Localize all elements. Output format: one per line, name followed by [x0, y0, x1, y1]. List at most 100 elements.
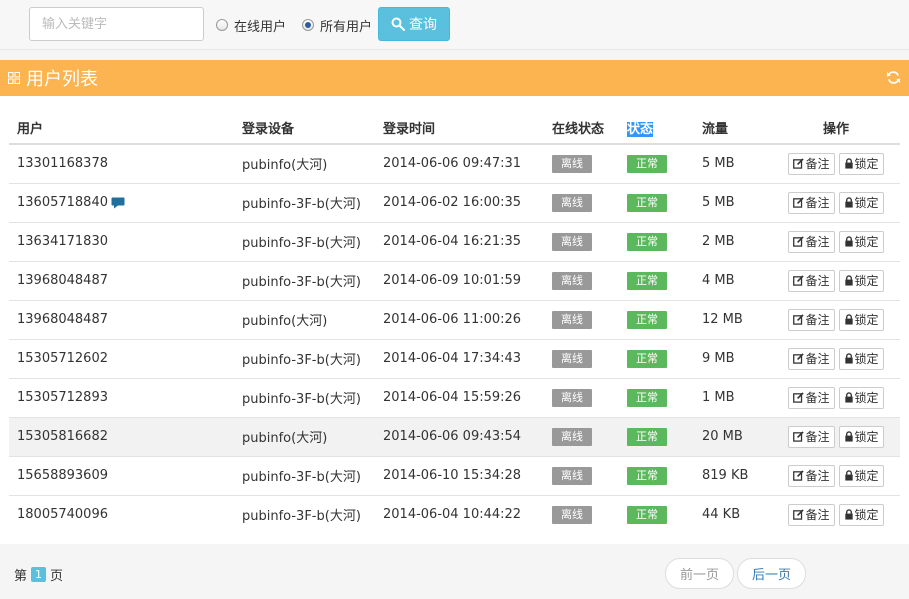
edit-icon [793, 197, 805, 208]
lock-icon [844, 314, 853, 325]
note-button[interactable]: 备注 [788, 152, 835, 175]
note-label: 备注 [805, 352, 830, 366]
cell-user: 15305816682 [9, 416, 234, 456]
user-phone: 15305712893 [17, 390, 108, 405]
query-button[interactable]: 查询 [378, 7, 450, 41]
cell-device: pubinfo(大河) [234, 416, 375, 456]
note-button[interactable]: 备注 [788, 347, 835, 370]
cell-user: 15305712602 [9, 338, 234, 378]
table-row[interactable]: 15658893609 pubinfo-3F-b(大河) 2014-06-10 15… [9, 455, 900, 495]
cell-status: 正常 [619, 260, 694, 300]
lock-label: 锁定 [854, 469, 879, 483]
radio-all[interactable] [302, 19, 314, 31]
note-button[interactable]: 备注 [788, 308, 835, 331]
table-row[interactable]: 13968048487 pubinfo(大河) 2014-06-06 11:00:2… [9, 299, 900, 339]
note-button[interactable]: 备注 [788, 191, 835, 214]
lock-icon [844, 236, 853, 247]
note-button[interactable]: 备注 [788, 230, 835, 253]
query-label: 查询 [409, 17, 437, 33]
lock-label: 锁定 [854, 508, 879, 523]
cell-time: 2014-06-06 09:43:54 [375, 416, 544, 456]
cell-online: 离线 [544, 260, 619, 300]
table-row[interactable]: 13634171830 pubinfo-3F-b(大河) 2014-06-04 16… [9, 221, 900, 261]
lock-button[interactable]: 锁定 [838, 308, 884, 331]
cell-user: 13968048487 [9, 260, 234, 300]
note-button[interactable]: 备注 [788, 269, 835, 292]
cell-ops: 备注 锁定 [772, 221, 900, 261]
lock-button[interactable]: 锁定 [838, 464, 884, 487]
cell-user: 15305712893 [9, 377, 234, 417]
note-button[interactable]: 备注 [788, 503, 835, 526]
next-page-button[interactable]: 后一页 [737, 558, 806, 589]
prev-page-button[interactable]: 前一页 [665, 558, 734, 589]
note-label: 备注 [805, 313, 830, 327]
cell-flow: 819 KB [694, 455, 772, 495]
cell-flow: 20 MB [694, 416, 772, 456]
lock-button[interactable]: 锁定 [838, 347, 884, 370]
user-table: 用户 登录设备 登录时间 在线状态 状态 流量 操作 13301168378 pu… [9, 110, 900, 534]
note-button[interactable]: 备注 [788, 464, 835, 487]
cell-device: pubinfo(大河) [234, 143, 375, 183]
lock-button[interactable]: 锁定 [838, 152, 884, 175]
cell-status: 正常 [619, 221, 694, 261]
cell-ops: 备注 锁定 [772, 494, 900, 534]
lock-button[interactable]: 锁定 [838, 269, 884, 292]
cell-status: 正常 [619, 494, 694, 534]
radio-online[interactable] [216, 19, 228, 31]
edit-icon [793, 431, 805, 442]
cell-ops: 备注 锁定 [772, 377, 900, 417]
cell-device: pubinfo-3F-b(大河) [234, 260, 375, 300]
note-label: 备注 [805, 391, 830, 405]
note-button[interactable]: 备注 [788, 425, 835, 448]
status-badge: 正常 [627, 154, 667, 173]
lock-button[interactable]: 锁定 [838, 503, 884, 526]
lock-button[interactable]: 锁定 [838, 425, 884, 448]
filter-all-option[interactable]: 所有用户 [302, 17, 372, 35]
cell-ops: 备注 锁定 [772, 143, 900, 183]
cell-ops: 备注 锁定 [772, 299, 900, 339]
table-row[interactable]: 13605718840 pubinfo-3F-b(大河) 2014-06-02 16… [9, 182, 900, 222]
cell-status: 正常 [619, 377, 694, 417]
edit-icon [793, 470, 805, 481]
online-badge: 离线 [552, 193, 592, 212]
note-button[interactable]: 备注 [788, 386, 835, 409]
lock-button[interactable]: 锁定 [838, 230, 884, 253]
lock-label: 锁定 [854, 157, 879, 172]
table-row[interactable]: 15305712602 pubinfo-3F-b(大河) 2014-06-04 17… [9, 338, 900, 378]
cell-device: pubinfo-3F-b(大河) [234, 494, 375, 534]
refresh-icon[interactable] [886, 70, 901, 85]
cell-time: 2014-06-04 17:34:43 [375, 338, 544, 378]
note-label: 备注 [805, 157, 830, 172]
cell-flow: 4 MB [694, 260, 772, 300]
table-row[interactable]: 13301168378 pubinfo(大河) 2014-06-06 09:47:3… [9, 143, 900, 183]
online-badge: 离线 [552, 271, 592, 290]
lock-icon [844, 158, 853, 169]
lock-button[interactable]: 锁定 [838, 386, 884, 409]
status-badge: 正常 [627, 349, 667, 368]
cell-ops: 备注 锁定 [772, 455, 900, 495]
cell-online: 离线 [544, 455, 619, 495]
comment-icon[interactable] [111, 197, 125, 209]
lock-icon [844, 431, 853, 442]
header-user: 用户 [9, 110, 234, 145]
filter-online-option[interactable]: 在线用户 [216, 17, 286, 35]
status-badge: 正常 [627, 193, 667, 212]
status-badge: 正常 [627, 310, 667, 329]
note-label: 备注 [805, 196, 830, 210]
cell-device: pubinfo-3F-b(大河) [234, 455, 375, 495]
lock-button[interactable]: 锁定 [838, 191, 884, 214]
lock-label: 锁定 [854, 235, 879, 249]
page-suffix: 页 [50, 569, 64, 584]
page-number[interactable]: 1 [31, 567, 47, 582]
table-row[interactable]: 15305712893 pubinfo-3F-b(大河) 2014-06-04 15… [9, 377, 900, 417]
table-row[interactable]: 13968048487 pubinfo-3F-b(大河) 2014-06-09 10… [9, 260, 900, 300]
search-input[interactable] [29, 7, 204, 41]
user-phone: 18005740096 [17, 507, 108, 523]
table-row[interactable]: 15305816682 pubinfo(大河) 2014-06-06 09:43:5… [9, 416, 900, 456]
edit-icon [793, 353, 805, 364]
cell-status: 正常 [619, 455, 694, 495]
table-row[interactable]: 18005740096 pubinfo-3F-b(大河) 2014-06-04 10… [9, 494, 900, 534]
page-indicator: 第 1 页 [14, 565, 63, 584]
edit-icon [793, 236, 805, 247]
header-status-label: 状态 [627, 122, 654, 137]
